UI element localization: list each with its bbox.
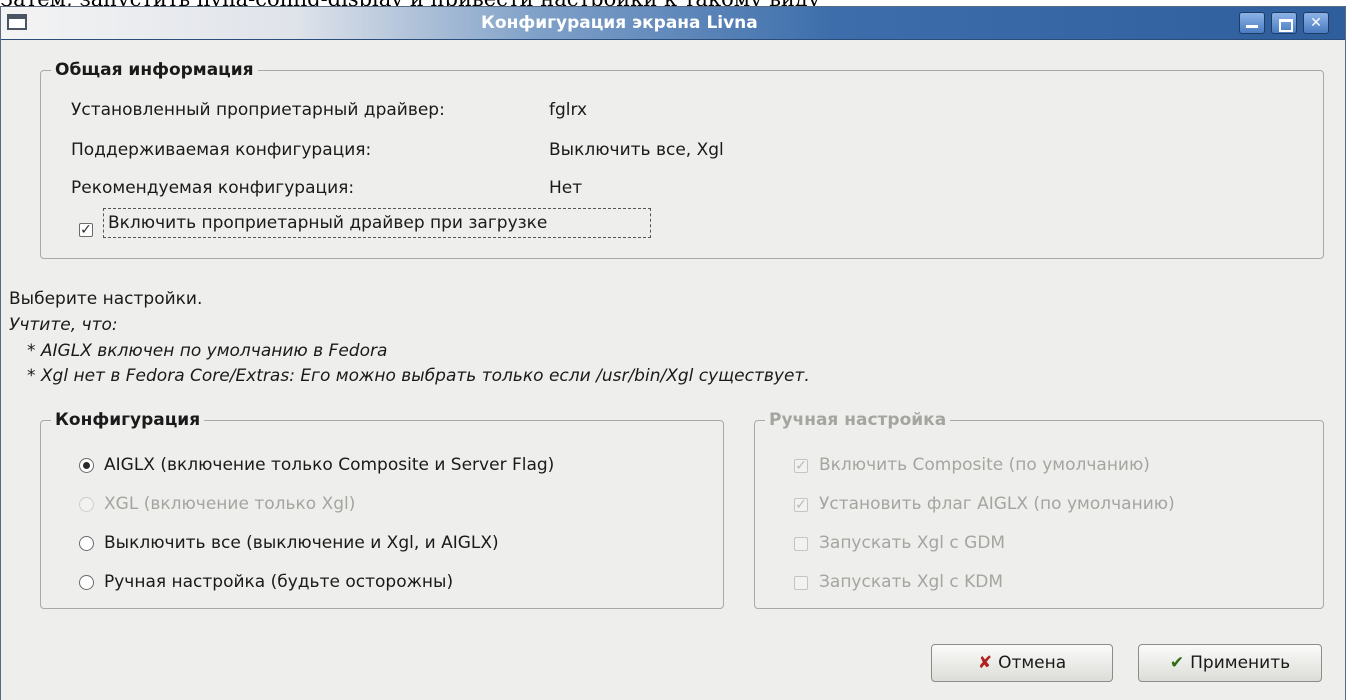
manual-xgl-gdm-label: Запускать Xgl с GDM xyxy=(819,533,1006,553)
radio-disable-all[interactable] xyxy=(79,536,94,551)
manual-xgl-gdm-checkbox xyxy=(794,537,808,551)
choose-settings-text: Выберите настройки. xyxy=(9,289,203,309)
dialog-window: Конфигурация экрана Livna ✕ Общая информ… xyxy=(0,6,1346,700)
manual-xgl-kdm-checkbox xyxy=(794,576,808,590)
close-icon: ✕ xyxy=(1310,15,1322,31)
minimize-button[interactable] xyxy=(1239,12,1265,34)
close-button[interactable]: ✕ xyxy=(1303,12,1329,34)
radio-aiglx[interactable] xyxy=(79,458,94,473)
cross-icon: ✘ xyxy=(977,653,993,673)
window-menu-icon[interactable] xyxy=(7,14,27,30)
radio-xgl xyxy=(79,497,94,512)
checkmark-icon: ✔ xyxy=(1169,653,1185,673)
apply-button-label: Применить xyxy=(1190,653,1291,673)
manual-aiglx-flag-checkbox: ✓ xyxy=(794,497,808,513)
manual-composite-label: Включить Composite (по умолчанию) xyxy=(819,455,1150,475)
radio-manual-label[interactable]: Ручная настройка (будьте осторожны) xyxy=(104,571,453,593)
supported-config-label: Поддерживаемая конфигурация: xyxy=(71,140,372,160)
recommended-config-value: Нет xyxy=(549,178,583,198)
general-info-title: Общая информация xyxy=(51,59,258,81)
note-aiglx: * AIGLX включен по умолчанию в Fedora xyxy=(27,341,388,361)
minimize-icon xyxy=(1246,25,1258,28)
supported-config-value: Выключить все, Xgl xyxy=(549,140,724,160)
manual-xgl-kdm-label: Запускать Xgl с KDM xyxy=(819,572,1004,592)
apply-button[interactable]: ✔ Применить xyxy=(1138,644,1322,682)
configuration-title: Конфигурация xyxy=(51,409,205,431)
radio-disable-all-label[interactable]: Выключить все (выключение и Xgl, и AIGLX… xyxy=(104,532,499,554)
installed-driver-value: fglrx xyxy=(549,100,588,120)
manual-aiglx-flag-label: Установить флаг AIGLX (по умолчанию) xyxy=(819,494,1175,514)
maximize-icon xyxy=(1279,19,1293,32)
recommended-config-label: Рекомендуемая конфигурация: xyxy=(71,178,355,198)
radio-manual[interactable] xyxy=(79,575,94,590)
cancel-button[interactable]: ✘ Отмена xyxy=(931,644,1113,682)
window-title: Конфигурация экрана Livna xyxy=(481,13,758,33)
title-bar[interactable]: Конфигурация экрана Livna ✕ xyxy=(1,7,1345,40)
enable-driver-checkbox[interactable]: ✓ xyxy=(79,223,93,237)
radio-xgl-label: XGL (включение только Xgl) xyxy=(104,494,356,514)
note-xgl: * Xgl нет в Fedora Core/Extras: Его можн… xyxy=(27,366,810,386)
manual-composite-checkbox: ✓ xyxy=(794,458,808,474)
note-title: Учтите, что: xyxy=(9,315,118,335)
enable-driver-label[interactable]: Включить проприетарный драйвер при загру… xyxy=(108,212,547,234)
manual-title: Ручная настройка xyxy=(765,409,951,431)
cancel-button-label: Отмена xyxy=(998,653,1067,673)
installed-driver-label: Установленный проприетарный драйвер: xyxy=(71,100,445,120)
maximize-button[interactable] xyxy=(1271,12,1297,34)
radio-aiglx-label[interactable]: AIGLX (включение только Composite и Serv… xyxy=(104,454,554,476)
